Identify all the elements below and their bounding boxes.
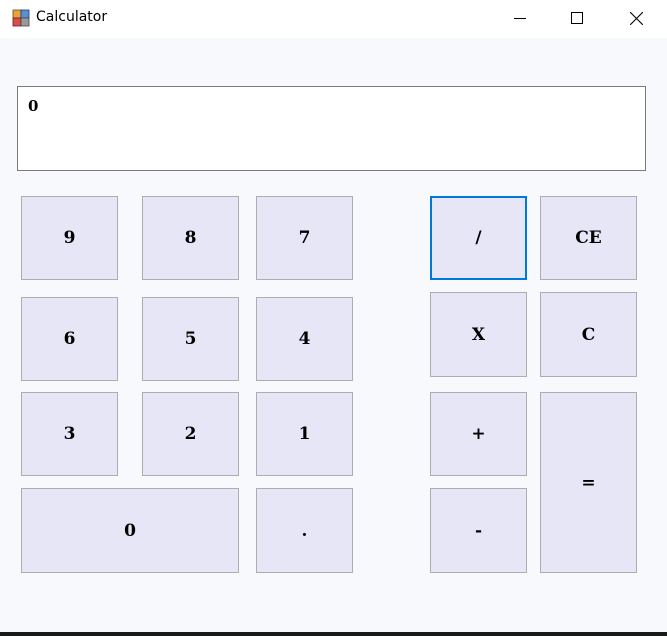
key-0[interactable]: 0 <box>21 488 239 573</box>
key-clear[interactable]: C <box>540 292 637 377</box>
key-6[interactable]: 6 <box>21 297 118 381</box>
close-icon <box>629 11 643 25</box>
display-field[interactable]: 0 <box>17 86 646 171</box>
key-equals[interactable]: = <box>540 392 637 573</box>
key-4[interactable]: 4 <box>256 297 353 381</box>
key-5[interactable]: 5 <box>142 297 239 381</box>
title-bar: Calculator <box>0 0 667 38</box>
key-9[interactable]: 9 <box>21 196 118 280</box>
maximize-button[interactable] <box>554 0 600 36</box>
key-plus[interactable]: + <box>430 392 527 476</box>
window-title: Calculator <box>36 9 108 25</box>
key-3[interactable]: 3 <box>21 392 118 476</box>
minimize-button[interactable] <box>497 0 543 36</box>
key-1[interactable]: 1 <box>256 392 353 476</box>
app-window-icon <box>12 9 30 27</box>
maximize-icon <box>571 12 583 24</box>
key-clear-entry[interactable]: CE <box>540 196 637 280</box>
key-divide[interactable]: / <box>430 196 527 280</box>
close-button[interactable] <box>613 0 659 36</box>
key-decimal[interactable]: . <box>256 488 353 573</box>
key-2[interactable]: 2 <box>142 392 239 476</box>
key-8[interactable]: 8 <box>142 196 239 280</box>
key-multiply[interactable]: X <box>430 292 527 377</box>
minimize-icon <box>514 18 526 19</box>
taskbar-edge <box>0 632 667 636</box>
key-7[interactable]: 7 <box>256 196 353 280</box>
display-value: 0 <box>28 97 39 115</box>
key-minus[interactable]: - <box>430 488 527 573</box>
